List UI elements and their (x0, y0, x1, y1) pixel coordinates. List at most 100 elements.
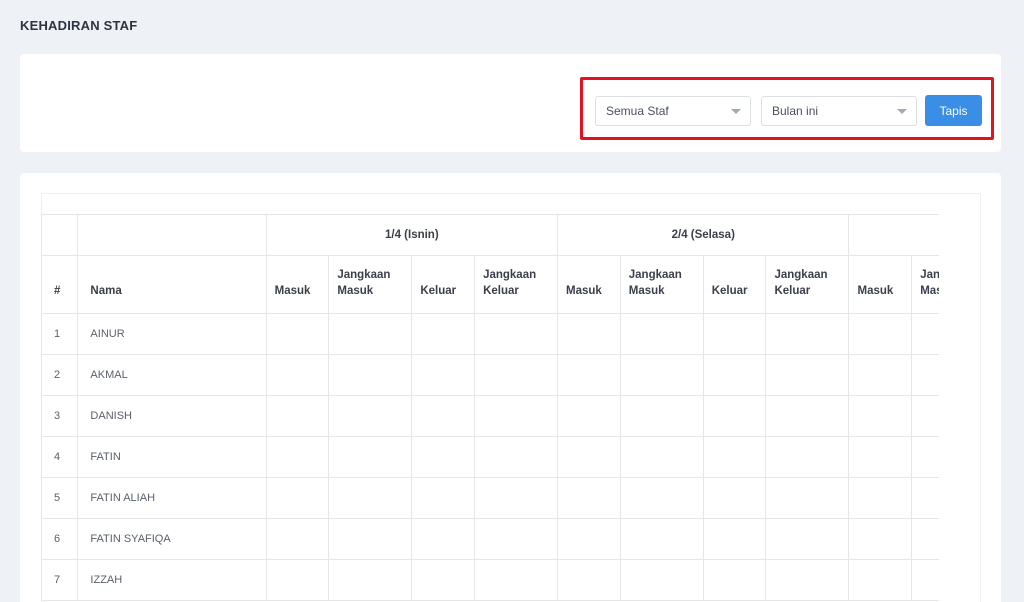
subheader-jangkaan-keluar: Jangkaan Keluar (765, 255, 850, 314)
attendance-cell (765, 436, 850, 478)
attendance-cell (411, 518, 476, 560)
attendance-cell (474, 477, 559, 519)
row-name: FATIN (77, 436, 267, 478)
attendance-table-scroll[interactable]: 1/4 (Isnin) 2/4 (Selasa) # Nama Masuk Ja… (41, 214, 939, 602)
subheader-masuk: Masuk (265, 255, 330, 314)
subheader-jangkaan-masuk: Jangkaan Masuk (911, 255, 939, 314)
day-header: 1/4 (Isnin) (265, 214, 559, 256)
attendance-cell (765, 477, 850, 519)
header-blank (77, 214, 267, 256)
table-row: 2 AKMAL (41, 354, 939, 396)
attendance-cell (474, 436, 559, 478)
attendance-cell (557, 395, 621, 437)
row-number: 1 (41, 313, 79, 355)
attendance-cell (911, 559, 939, 601)
attendance-cell (328, 518, 413, 560)
attendance-cell (848, 354, 913, 396)
attendance-cell (474, 395, 559, 437)
attendance-cell (557, 313, 621, 355)
subheader-jangkaan-keluar: Jangkaan Keluar (474, 255, 559, 314)
attendance-cell (328, 436, 413, 478)
table-row: 7 IZZAH (41, 559, 939, 601)
attendance-table-card: 1/4 (Isnin) 2/4 (Selasa) # Nama Masuk Ja… (20, 173, 1001, 602)
attendance-cell (619, 477, 704, 519)
attendance-cell (765, 395, 850, 437)
attendance-cell (702, 518, 767, 560)
attendance-cell (265, 395, 330, 437)
attendance-cell (765, 354, 850, 396)
table-row: 3 DANISH (41, 395, 939, 437)
row-number: 7 (41, 559, 79, 601)
attendance-cell (702, 354, 767, 396)
attendance-cell (474, 518, 559, 560)
attendance-cell (557, 354, 621, 396)
attendance-cell (911, 354, 939, 396)
subheader-jangkaan-masuk: Jangkaan Masuk (619, 255, 704, 314)
attendance-cell (265, 477, 330, 519)
attendance-cell (911, 436, 939, 478)
filter-card: Semua Staf Bulan ini Tapis (20, 54, 1001, 152)
attendance-cell (619, 395, 704, 437)
attendance-table: 1/4 (Isnin) 2/4 (Selasa) # Nama Masuk Ja… (41, 214, 939, 601)
row-name: FATIN ALIAH (77, 477, 267, 519)
table-row: 4 FATIN (41, 436, 939, 478)
header-name: Nama (77, 255, 267, 314)
attendance-cell (848, 395, 913, 437)
attendance-cell (557, 518, 621, 560)
attendance-cell (328, 477, 413, 519)
attendance-cell (619, 518, 704, 560)
staff-select-value: Semua Staf (606, 104, 669, 118)
row-name: DANISH (77, 395, 267, 437)
subheader-masuk: Masuk (848, 255, 913, 314)
subheader-jangkaan-masuk: Jangkaan Masuk (328, 255, 413, 314)
row-number: 2 (41, 354, 79, 396)
subheader-masuk: Masuk (557, 255, 621, 314)
attendance-cell (265, 518, 330, 560)
attendance-cell (265, 559, 330, 601)
staff-select[interactable]: Semua Staf (595, 96, 751, 126)
filter-button[interactable]: Tapis (925, 95, 982, 126)
header-blank (41, 214, 79, 256)
attendance-cell (702, 477, 767, 519)
chevron-down-icon (731, 109, 741, 114)
row-number: 6 (41, 518, 79, 560)
attendance-cell (411, 477, 476, 519)
row-name: AINUR (77, 313, 267, 355)
attendance-cell (911, 477, 939, 519)
attendance-cell (848, 559, 913, 601)
attendance-cell (702, 559, 767, 601)
attendance-cell (328, 313, 413, 355)
attendance-cell (557, 436, 621, 478)
row-number: 5 (41, 477, 79, 519)
attendance-cell (619, 436, 704, 478)
attendance-cell (328, 395, 413, 437)
table-row: 5 FATIN ALIAH (41, 477, 939, 519)
subheader-keluar: Keluar (411, 255, 476, 314)
attendance-cell (619, 354, 704, 396)
attendance-cell (411, 354, 476, 396)
table-row: 6 FATIN SYAFIQA (41, 518, 939, 560)
attendance-cell (411, 313, 476, 355)
row-name: IZZAH (77, 559, 267, 601)
attendance-cell (619, 559, 704, 601)
row-number: 3 (41, 395, 79, 437)
header-num: # (41, 255, 79, 314)
attendance-cell (848, 313, 913, 355)
attendance-cell (911, 313, 939, 355)
attendance-cell (848, 477, 913, 519)
attendance-cell (328, 354, 413, 396)
attendance-cell (619, 313, 704, 355)
subheader-keluar: Keluar (702, 255, 767, 314)
attendance-cell (265, 313, 330, 355)
day-header: 2/4 (Selasa) (557, 214, 850, 256)
attendance-cell (702, 436, 767, 478)
period-select-value: Bulan ini (772, 104, 819, 118)
attendance-cell (765, 313, 850, 355)
attendance-cell (911, 518, 939, 560)
chevron-down-icon (897, 109, 907, 114)
table-row: 1 AINUR (41, 313, 939, 355)
attendance-cell (702, 313, 767, 355)
period-select[interactable]: Bulan ini (761, 96, 917, 126)
attendance-cell (474, 559, 559, 601)
row-name: FATIN SYAFIQA (77, 518, 267, 560)
